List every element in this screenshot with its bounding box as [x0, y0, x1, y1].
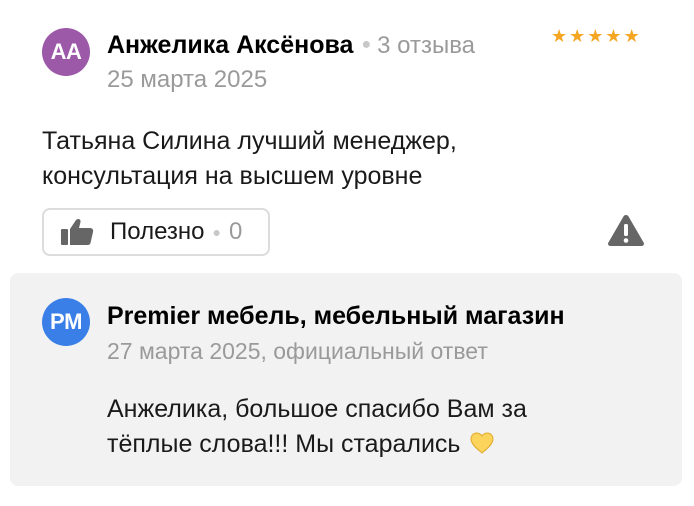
thumbs-up-icon [61, 218, 94, 245]
review-date: 25 марта 2025 [107, 66, 268, 93]
reply-text-line-2: тёплые слова!!! Мы старались [107, 427, 627, 462]
rating-stars: ★ ★ ★ ★ ★ [551, 26, 640, 46]
reply-meta: 27 марта 2025, официальный ответ [107, 338, 488, 364]
review-text: Татьяна Силина лучший менеджер, консульт… [42, 124, 602, 194]
review-card: АА Анжелика Аксёнова ● 3 отзыва 25 марта 2… [0, 0, 694, 506]
reply-text: Анжелика, большое спасибо Вам за тёплые … [107, 392, 627, 462]
author-avatar[interactable]: АА [42, 28, 90, 76]
star-icon: ★ [587, 26, 604, 46]
star-icon: ★ [623, 26, 640, 46]
star-icon: ★ [569, 26, 586, 46]
star-icon: ★ [605, 26, 622, 46]
reply-text-line: Анжелика, большое спасибо Вам за [107, 395, 527, 423]
warning-icon[interactable] [607, 213, 645, 247]
author-header: Анжелика Аксёнова ● 3 отзыва [107, 31, 475, 60]
useful-count: 0 [228, 218, 243, 245]
useful-button[interactable]: Полезно ● 0 [42, 208, 270, 256]
useful-label: Полезно [110, 218, 205, 245]
owner-name[interactable]: Premier мебель, мебельный магазин [107, 301, 565, 331]
author-review-count: 3 отзыва [377, 32, 476, 59]
star-icon: ★ [551, 26, 568, 46]
review-text-line: Татьяна Силина лучший менеджер, [42, 127, 457, 155]
yellow-heart-icon [470, 432, 494, 454]
separator-dot: ● [212, 224, 221, 240]
owner-avatar[interactable]: PM [42, 298, 90, 346]
reply-text-line: тёплые слова!!! Мы старались [107, 430, 461, 458]
author-name[interactable]: Анжелика Аксёнова [107, 31, 353, 59]
separator-dot: ● [361, 36, 372, 53]
review-text-line: консультация на высшем уровне [42, 162, 423, 190]
